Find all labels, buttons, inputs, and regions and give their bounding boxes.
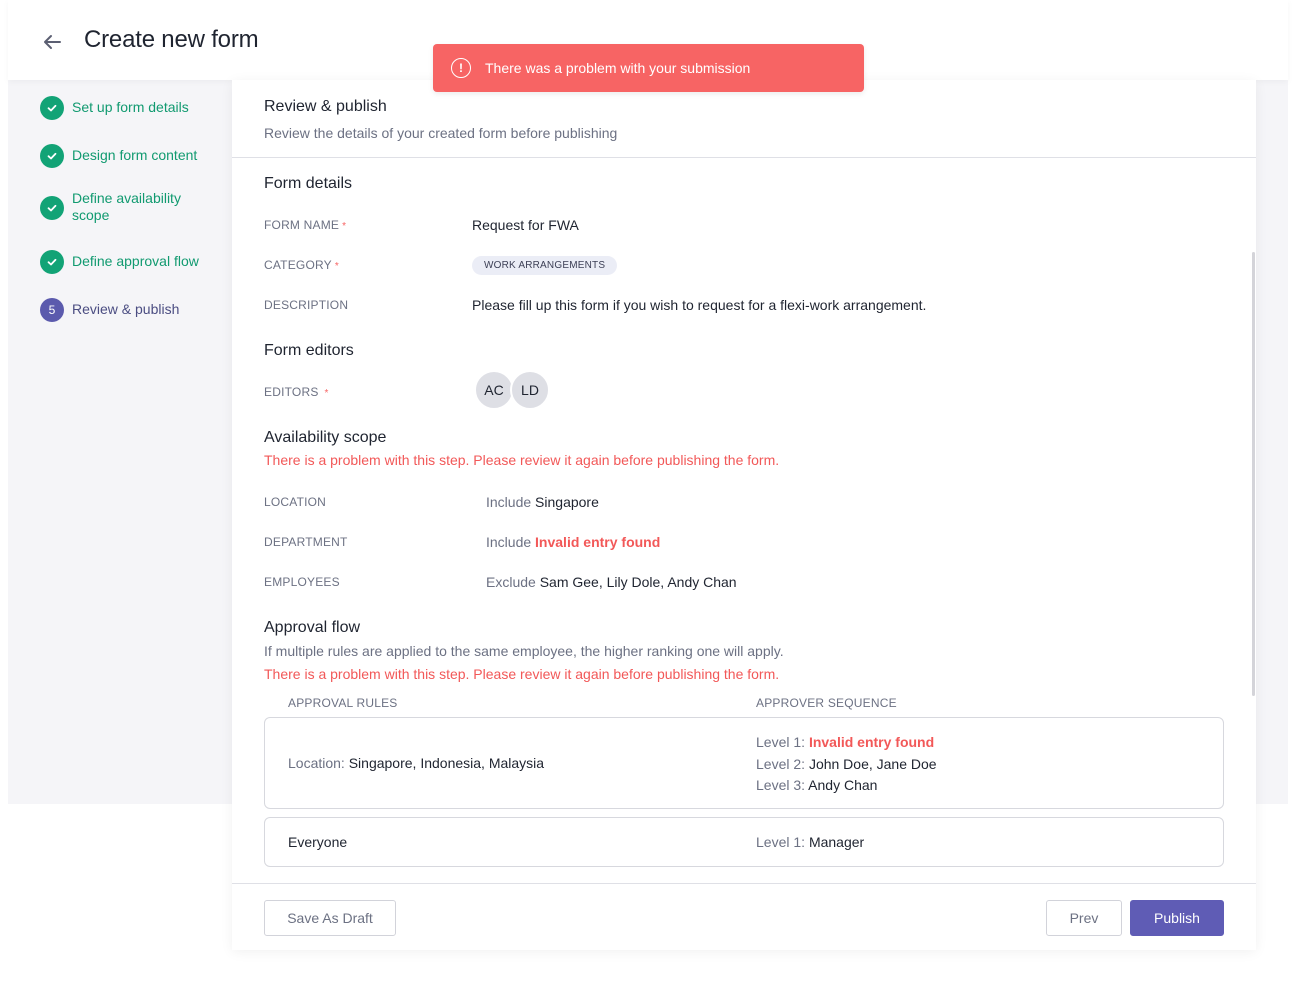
exclamation-circle-icon: ! — [451, 58, 471, 78]
scrollbar[interactable] — [1252, 252, 1255, 696]
step-label: Set up form details — [72, 99, 189, 115]
error-toast: ! There was a problem with your submissi… — [433, 44, 864, 92]
step-design-form-content[interactable]: Design form content — [40, 144, 212, 168]
avatar[interactable]: AC — [474, 370, 514, 410]
category-label: CATEGORY * — [264, 258, 339, 272]
save-draft-button[interactable]: Save As Draft — [264, 900, 396, 936]
approval-rule-row: Everyone Level 1: Manager — [264, 817, 1224, 867]
step-review-publish[interactable]: 5 Review & publish — [40, 298, 212, 322]
location-value: Include Singapore — [486, 494, 599, 510]
check-icon — [40, 196, 64, 220]
description-value: Please fill up this form if you wish to … — [472, 297, 927, 313]
step-define-availability-scope[interactable]: Define availability scope — [40, 190, 212, 224]
toast-message: There was a problem with your submission — [485, 60, 751, 76]
publish-button[interactable]: Publish — [1130, 900, 1224, 936]
approver-level: Level 1: Manager — [756, 834, 865, 850]
approval-error: There is a problem with this step. Pleas… — [264, 666, 780, 682]
card-subtitle: Review the details of your created form … — [264, 125, 618, 141]
arrow-left-icon — [44, 35, 61, 49]
approval-rules-header: APPROVAL RULES — [288, 696, 398, 710]
description-label: DESCRIPTION — [264, 298, 349, 312]
employees-label: EMPLOYEES — [264, 575, 340, 589]
editors-label: EDITORS * — [264, 385, 329, 399]
availability-scope-title: Availability scope — [264, 429, 387, 446]
step-define-approval-flow[interactable]: Define approval flow — [40, 250, 212, 274]
approver-level: Level 1: Invalid entry found — [756, 734, 935, 750]
step-label: Define availability scope — [72, 190, 181, 223]
prev-button[interactable]: Prev — [1046, 900, 1122, 936]
back-button[interactable] — [38, 28, 66, 56]
avatar[interactable]: LD — [510, 370, 550, 410]
rule-condition: Everyone — [288, 834, 348, 850]
approval-rule-row: Location: Singapore, Indonesia, Malaysia… — [264, 717, 1224, 809]
department-value: Include Invalid entry found — [486, 534, 661, 550]
department-label: DEPARTMENT — [264, 535, 348, 549]
approver-sequence-header: APPROVER SEQUENCE — [756, 696, 897, 710]
step-label: Define approval flow — [72, 253, 199, 269]
approver-levels: Level 1: Invalid entry found Level 2: Jo… — [756, 732, 937, 797]
approval-flow-title: Approval flow — [264, 619, 361, 636]
page-title: Create new form — [84, 26, 259, 53]
card-footer: Save As Draft Prev Publish — [232, 883, 1256, 950]
check-icon — [40, 144, 64, 168]
form-details-title: Form details — [264, 175, 353, 192]
step-set-up-form-details[interactable]: Set up form details — [40, 96, 212, 120]
approval-note: If multiple rules are applied to the sam… — [264, 643, 784, 659]
form-name-value: Request for FWA — [472, 217, 579, 233]
step-label: Design form content — [72, 147, 198, 163]
rule-condition: Location: Singapore, Indonesia, Malaysia — [288, 755, 545, 771]
review-card: Review & publish Review the details of y… — [232, 80, 1256, 950]
approver-level: Level 3: Andy Chan — [756, 777, 878, 793]
form-name-label: FORM NAME * — [264, 218, 347, 232]
check-icon — [40, 96, 64, 120]
step-number-badge: 5 — [40, 298, 64, 322]
check-icon — [40, 250, 64, 274]
availability-error: There is a problem with this step. Pleas… — [264, 452, 780, 468]
employees-value: Exclude Sam Gee, Lily Dole, Andy Chan — [486, 574, 737, 590]
step-label: Review & publish — [72, 301, 180, 317]
category-chip: WORK ARRANGEMENTS — [472, 255, 618, 275]
location-label: LOCATION — [264, 495, 327, 509]
card-title: Review & publish — [264, 98, 387, 115]
approver-level: Level 2: John Doe, Jane Doe — [756, 755, 937, 772]
form-editors-title: Form editors — [264, 342, 354, 359]
